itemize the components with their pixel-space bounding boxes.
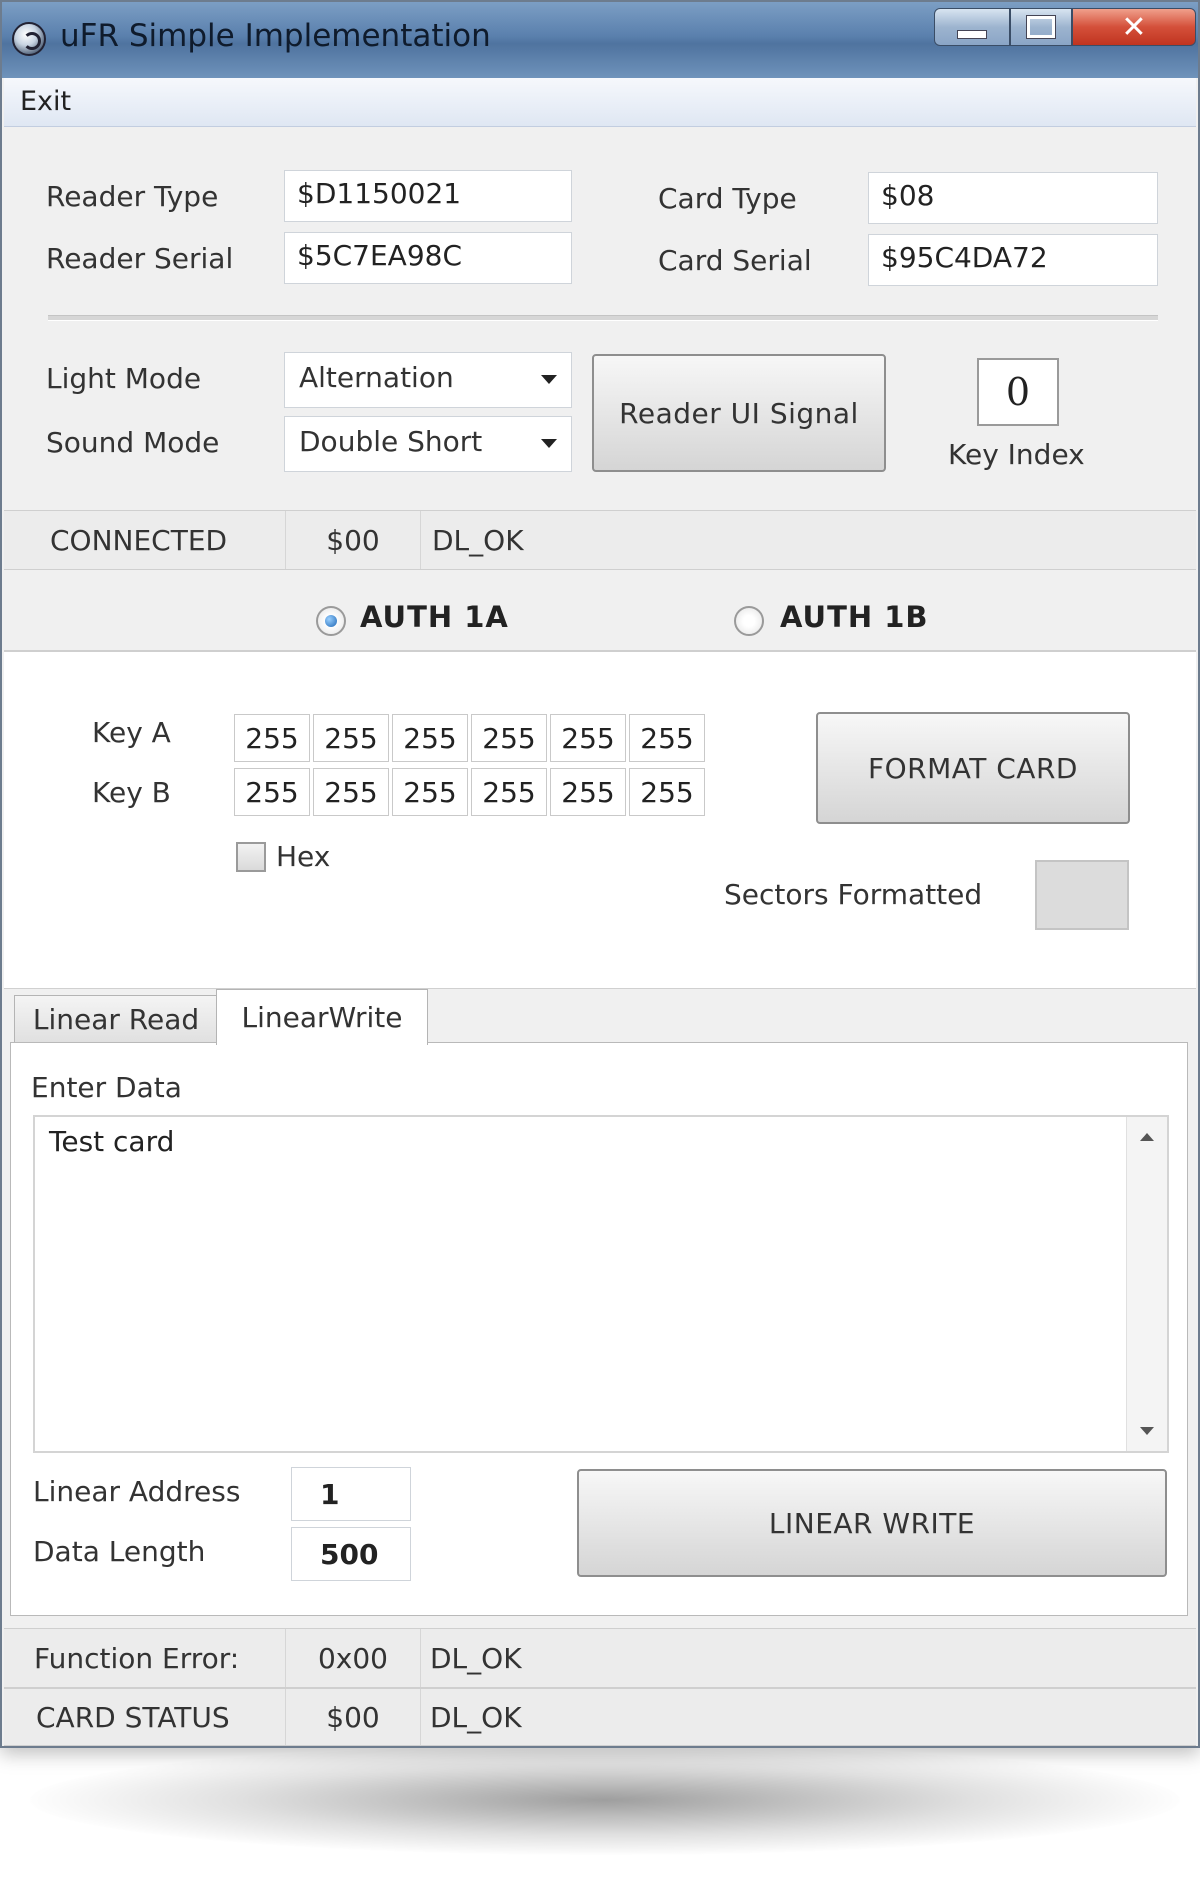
menu-bar: Exit — [4, 78, 1196, 127]
light-mode-label: Light Mode — [46, 362, 202, 395]
connection-status-text: CONNECTED — [4, 511, 286, 569]
reader-serial-field[interactable]: $5C7EA98C — [284, 232, 572, 284]
enter-data-textarea[interactable]: Test card — [33, 1115, 1169, 1453]
key-a-byte-3[interactable]: 255 — [392, 714, 468, 762]
keys-panel: Key A 255 255 255 255 255 255 Key B 255 … — [4, 652, 1196, 988]
auth-1a-radio[interactable] — [316, 606, 346, 636]
scroll-up-icon[interactable] — [1140, 1133, 1154, 1141]
sectors-formatted-indicator — [1035, 860, 1129, 930]
sectors-formatted-label: Sectors Formatted — [724, 878, 983, 911]
key-b-byte-6[interactable]: 255 — [629, 768, 705, 816]
auth-1a-label[interactable]: AUTH 1A — [360, 600, 509, 634]
key-a-label: Key A — [92, 716, 171, 749]
app-icon[interactable] — [12, 22, 46, 56]
function-error-message: DL_OK — [430, 1641, 522, 1675]
hex-label: Hex — [276, 840, 331, 873]
tab-linear-read[interactable]: Linear Read — [14, 995, 218, 1043]
card-serial-label: Card Serial — [658, 244, 812, 277]
maximize-button[interactable] — [1010, 8, 1072, 46]
sound-mode-select[interactable]: Double Short — [284, 416, 572, 472]
auth-1b-radio[interactable] — [734, 606, 764, 636]
chevron-down-icon — [541, 375, 557, 384]
reader-type-field[interactable]: $D1150021 — [284, 170, 572, 222]
key-a-byte-4[interactable]: 255 — [471, 714, 547, 762]
card-type-label: Card Type — [658, 182, 797, 215]
card-serial-field[interactable]: $95C4DA72 — [868, 234, 1158, 286]
minimize-icon — [957, 29, 987, 39]
key-index-label: Key Index — [948, 438, 1085, 471]
tab-linear-write[interactable]: LinearWrite — [216, 989, 428, 1045]
data-length-label: Data Length — [33, 1535, 206, 1568]
reader-serial-label: Reader Serial — [46, 242, 234, 275]
minimize-button[interactable] — [934, 8, 1010, 46]
auth-1b-label[interactable]: AUTH 1B — [780, 600, 929, 634]
key-b-byte-4[interactable]: 255 — [471, 768, 547, 816]
key-a-byte-5[interactable]: 255 — [550, 714, 626, 762]
linear-address-field[interactable]: 1 — [291, 1467, 411, 1521]
window-shadow — [30, 1745, 1180, 1855]
key-a-byte-6[interactable]: 255 — [629, 714, 705, 762]
connection-status-code: $00 — [286, 511, 421, 569]
title-bar[interactable]: uFR Simple Implementation ✕ — [2, 2, 1198, 78]
function-error-label: Function Error: — [4, 1629, 286, 1687]
reader-type-label: Reader Type — [46, 180, 219, 213]
hex-checkbox[interactable] — [236, 842, 266, 872]
card-status-bar: CARD STATUS $00 DL_OK — [4, 1688, 1196, 1746]
auth-mode-group: AUTH 1A AUTH 1B — [4, 570, 1196, 652]
key-b-byte-1[interactable]: 255 — [234, 768, 310, 816]
light-mode-value: Alternation — [299, 361, 454, 394]
format-card-button[interactable]: FORMAT CARD — [816, 712, 1130, 824]
caption-buttons: ✕ — [934, 8, 1196, 48]
menu-item-exit[interactable]: Exit — [20, 86, 71, 117]
card-status-message: DL_OK — [430, 1700, 522, 1734]
card-status-code: $00 — [286, 1689, 421, 1745]
close-icon: ✕ — [1121, 9, 1147, 45]
enter-data-text: Test card — [49, 1125, 175, 1158]
key-b-label: Key B — [92, 776, 171, 809]
card-type-field[interactable]: $08 — [868, 172, 1158, 224]
data-length-field[interactable]: 500 — [291, 1527, 411, 1581]
sound-mode-value: Double Short — [299, 425, 483, 458]
reader-ui-signal-button[interactable]: Reader UI Signal — [592, 354, 886, 472]
section-divider — [48, 315, 1158, 321]
key-b-byte-5[interactable]: 255 — [550, 768, 626, 816]
scroll-down-icon[interactable] — [1140, 1427, 1154, 1435]
function-error-code: 0x00 — [286, 1629, 421, 1687]
connection-status-message: DL_OK — [432, 523, 524, 557]
linear-write-button[interactable]: LINEAR WRITE — [577, 1469, 1167, 1577]
window-title: uFR Simple Implementation — [60, 18, 491, 54]
textarea-scrollbar[interactable] — [1126, 1117, 1167, 1451]
connection-status-bar: CONNECTED $00 DL_OK — [4, 510, 1196, 570]
function-error-bar: Function Error: 0x00 DL_OK — [4, 1628, 1196, 1688]
key-index-field[interactable]: 0 — [977, 358, 1059, 426]
sound-mode-label: Sound Mode — [46, 426, 220, 459]
maximize-icon — [1026, 15, 1056, 39]
card-status-label: CARD STATUS — [4, 1689, 286, 1745]
app-window: uFR Simple Implementation ✕ Exit Reader … — [0, 0, 1200, 1748]
enter-data-label: Enter Data — [31, 1071, 182, 1104]
key-a-byte-2[interactable]: 255 — [313, 714, 389, 762]
key-b-byte-2[interactable]: 255 — [313, 768, 389, 816]
linear-write-panel: Enter Data Test card Linear Address 1 Da… — [10, 1042, 1188, 1616]
tab-strip: Linear Read LinearWrite — [4, 988, 1196, 1045]
light-mode-select[interactable]: Alternation — [284, 352, 572, 408]
chevron-down-icon — [541, 439, 557, 448]
key-a-byte-1[interactable]: 255 — [234, 714, 310, 762]
linear-address-label: Linear Address — [33, 1475, 241, 1508]
close-button[interactable]: ✕ — [1072, 8, 1196, 46]
key-b-byte-3[interactable]: 255 — [392, 768, 468, 816]
